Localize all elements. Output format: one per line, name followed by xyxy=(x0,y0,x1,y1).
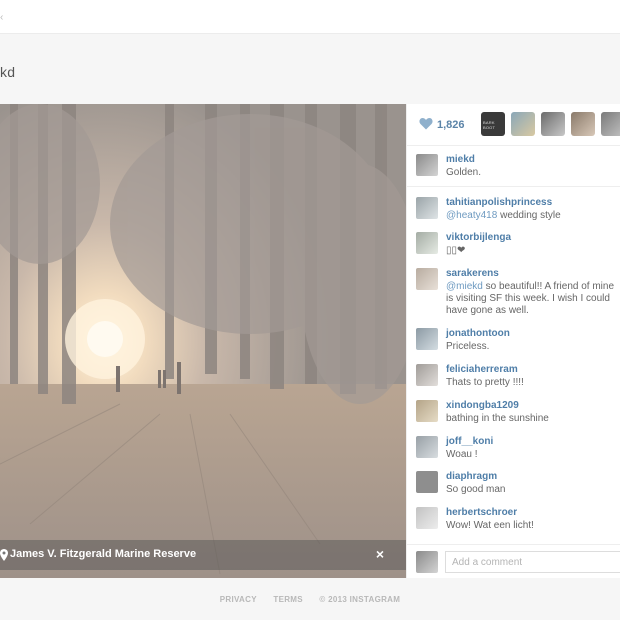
comment-text: Wow! Wat een licht! xyxy=(446,520,534,531)
divider xyxy=(407,186,620,187)
forest-sunset-image xyxy=(0,104,406,578)
comment-text: So good man xyxy=(446,484,506,495)
current-user-avatar xyxy=(416,551,438,573)
likes-count[interactable]: 1,826 xyxy=(437,119,465,131)
profile-username[interactable]: kd xyxy=(0,64,15,80)
comment-username[interactable]: sarakerens xyxy=(446,268,499,279)
footer-terms-link[interactable]: TERMS xyxy=(273,595,303,604)
commenter-avatar[interactable] xyxy=(416,400,438,422)
comment-username[interactable]: feliciaherreram xyxy=(446,364,518,375)
commenter-avatar[interactable] xyxy=(416,364,438,386)
comment-text: @heaty418 wedding style xyxy=(446,210,618,222)
comment-username[interactable]: miekd xyxy=(446,154,475,165)
close-icon[interactable]: × xyxy=(376,546,384,562)
heart-icon[interactable] xyxy=(419,117,433,130)
location-bar: James V. Fitzgerald Marine Reserve × xyxy=(0,540,406,570)
footer: PRIVACY TERMS © 2013 INSTAGRAM xyxy=(0,595,620,604)
location-name[interactable]: James V. Fitzgerald Marine Reserve xyxy=(10,548,196,560)
liker-avatar-label: BARK BOOT xyxy=(483,120,496,130)
comment-username[interactable]: viktorbijlenga xyxy=(446,232,511,243)
commenter-avatar[interactable] xyxy=(416,154,438,176)
comment-username[interactable]: jonathontoon xyxy=(446,328,510,339)
location-pin-icon xyxy=(0,549,8,561)
comment-body: wedding style xyxy=(497,210,561,221)
add-comment-input[interactable] xyxy=(445,551,620,573)
commenter-avatar[interactable] xyxy=(416,507,438,529)
footer-privacy-link[interactable]: PRIVACY xyxy=(220,595,257,604)
comment-mention[interactable]: @heaty418 xyxy=(446,210,497,221)
liker-avatar[interactable] xyxy=(601,112,620,136)
liker-avatar[interactable]: BARK BOOT xyxy=(481,112,505,136)
back-chevron-icon[interactable]: ‹ xyxy=(0,12,3,23)
comment-username[interactable]: tahitianpolishprincess xyxy=(446,197,552,208)
footer-copyright: © 2013 INSTAGRAM xyxy=(319,595,401,604)
post-sidebar: 1,826 BARK BOOT miekd Golden. tahitianpo… xyxy=(406,104,620,578)
commenter-avatar[interactable] xyxy=(416,471,438,493)
comment-username[interactable]: diaphragm xyxy=(446,471,497,482)
comment-text: ▯▯❤ xyxy=(446,245,466,256)
top-navigation-bar: ‹ xyxy=(0,0,620,34)
comment-username[interactable]: xindongba1209 xyxy=(446,400,519,411)
post-photo[interactable]: James V. Fitzgerald Marine Reserve × xyxy=(0,104,406,578)
comment-mention[interactable]: @miekd xyxy=(446,281,483,292)
comment-text: Priceless. xyxy=(446,341,490,352)
comment-text: Thats to pretty !!!! xyxy=(446,377,524,388)
liker-avatar[interactable] xyxy=(541,112,565,136)
comment-text: @miekd so beautiful!! A friend of mine i… xyxy=(446,281,618,317)
comment-username[interactable]: joff__koni xyxy=(446,436,493,447)
add-comment-row xyxy=(407,544,620,578)
commenter-avatar[interactable] xyxy=(416,268,438,290)
comment-username[interactable]: herbertschroer xyxy=(446,507,517,518)
comment-text: Golden. xyxy=(446,167,482,178)
comment-text: bathing in the sunshine xyxy=(446,413,549,424)
commenter-avatar[interactable] xyxy=(416,328,438,350)
comment-text: Woau ! xyxy=(446,449,478,460)
commenter-avatar[interactable] xyxy=(416,232,438,254)
commenter-avatar[interactable] xyxy=(416,197,438,219)
liker-avatar[interactable] xyxy=(511,112,535,136)
likes-row: 1,826 BARK BOOT xyxy=(407,104,620,146)
liker-avatar[interactable] xyxy=(571,112,595,136)
commenter-avatar[interactable] xyxy=(416,436,438,458)
